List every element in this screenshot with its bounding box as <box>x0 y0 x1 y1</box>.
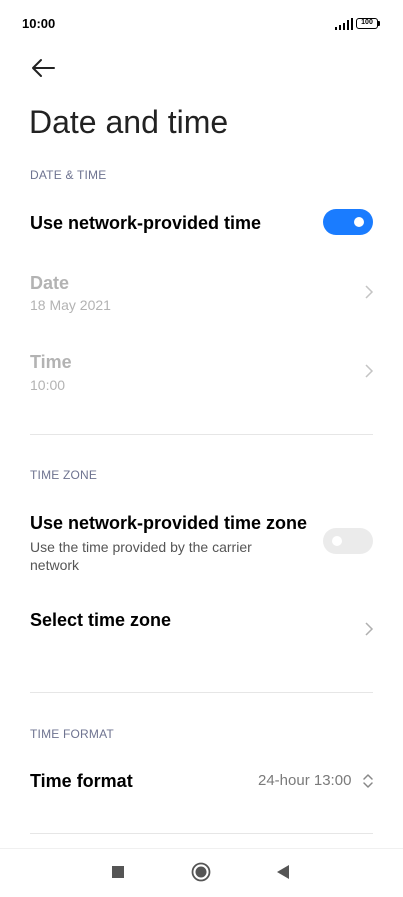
chevron-right-icon <box>365 285 374 299</box>
network-zone-toggle[interactable] <box>323 528 373 554</box>
home-circle-icon[interactable] <box>191 862 211 882</box>
divider <box>30 833 373 834</box>
status-time: 10:00 <box>22 16 56 31</box>
divider <box>30 434 373 435</box>
network-zone-label: Use network-provided time zone <box>30 513 308 533</box>
recents-square-icon[interactable] <box>112 866 124 878</box>
battery-level: 100 <box>361 19 373 26</box>
section-label-time-zone: TIME ZONE <box>30 468 98 482</box>
date-value: 18 May 2021 <box>30 297 111 313</box>
network-time-toggle[interactable] <box>323 209 373 235</box>
time-label: Time <box>30 352 72 372</box>
section-label-time-format: TIME FORMAT <box>30 727 114 741</box>
battery-icon: 100 <box>356 18 380 29</box>
back-arrow-icon[interactable] <box>30 56 56 80</box>
network-time-label: Use network-provided time <box>30 213 262 233</box>
back-triangle-icon[interactable] <box>276 864 290 880</box>
divider <box>30 692 373 693</box>
time-format-value[interactable]: 24-hour 13:00 <box>258 772 351 789</box>
page-title: Date and time <box>29 104 229 140</box>
time-format-label[interactable]: Time format <box>30 771 133 792</box>
network-zone-description: Use the time provided by the carrier net… <box>30 539 252 573</box>
section-label-date-time: DATE & TIME <box>30 168 107 182</box>
chevron-right-icon <box>365 364 374 378</box>
signal-icon <box>335 18 353 30</box>
date-label: Date <box>30 273 70 293</box>
chevron-right-icon <box>365 622 374 636</box>
up-down-chevron-icon <box>363 774 373 788</box>
time-value: 10:00 <box>30 377 66 393</box>
select-zone-label[interactable]: Select time zone <box>30 610 171 631</box>
